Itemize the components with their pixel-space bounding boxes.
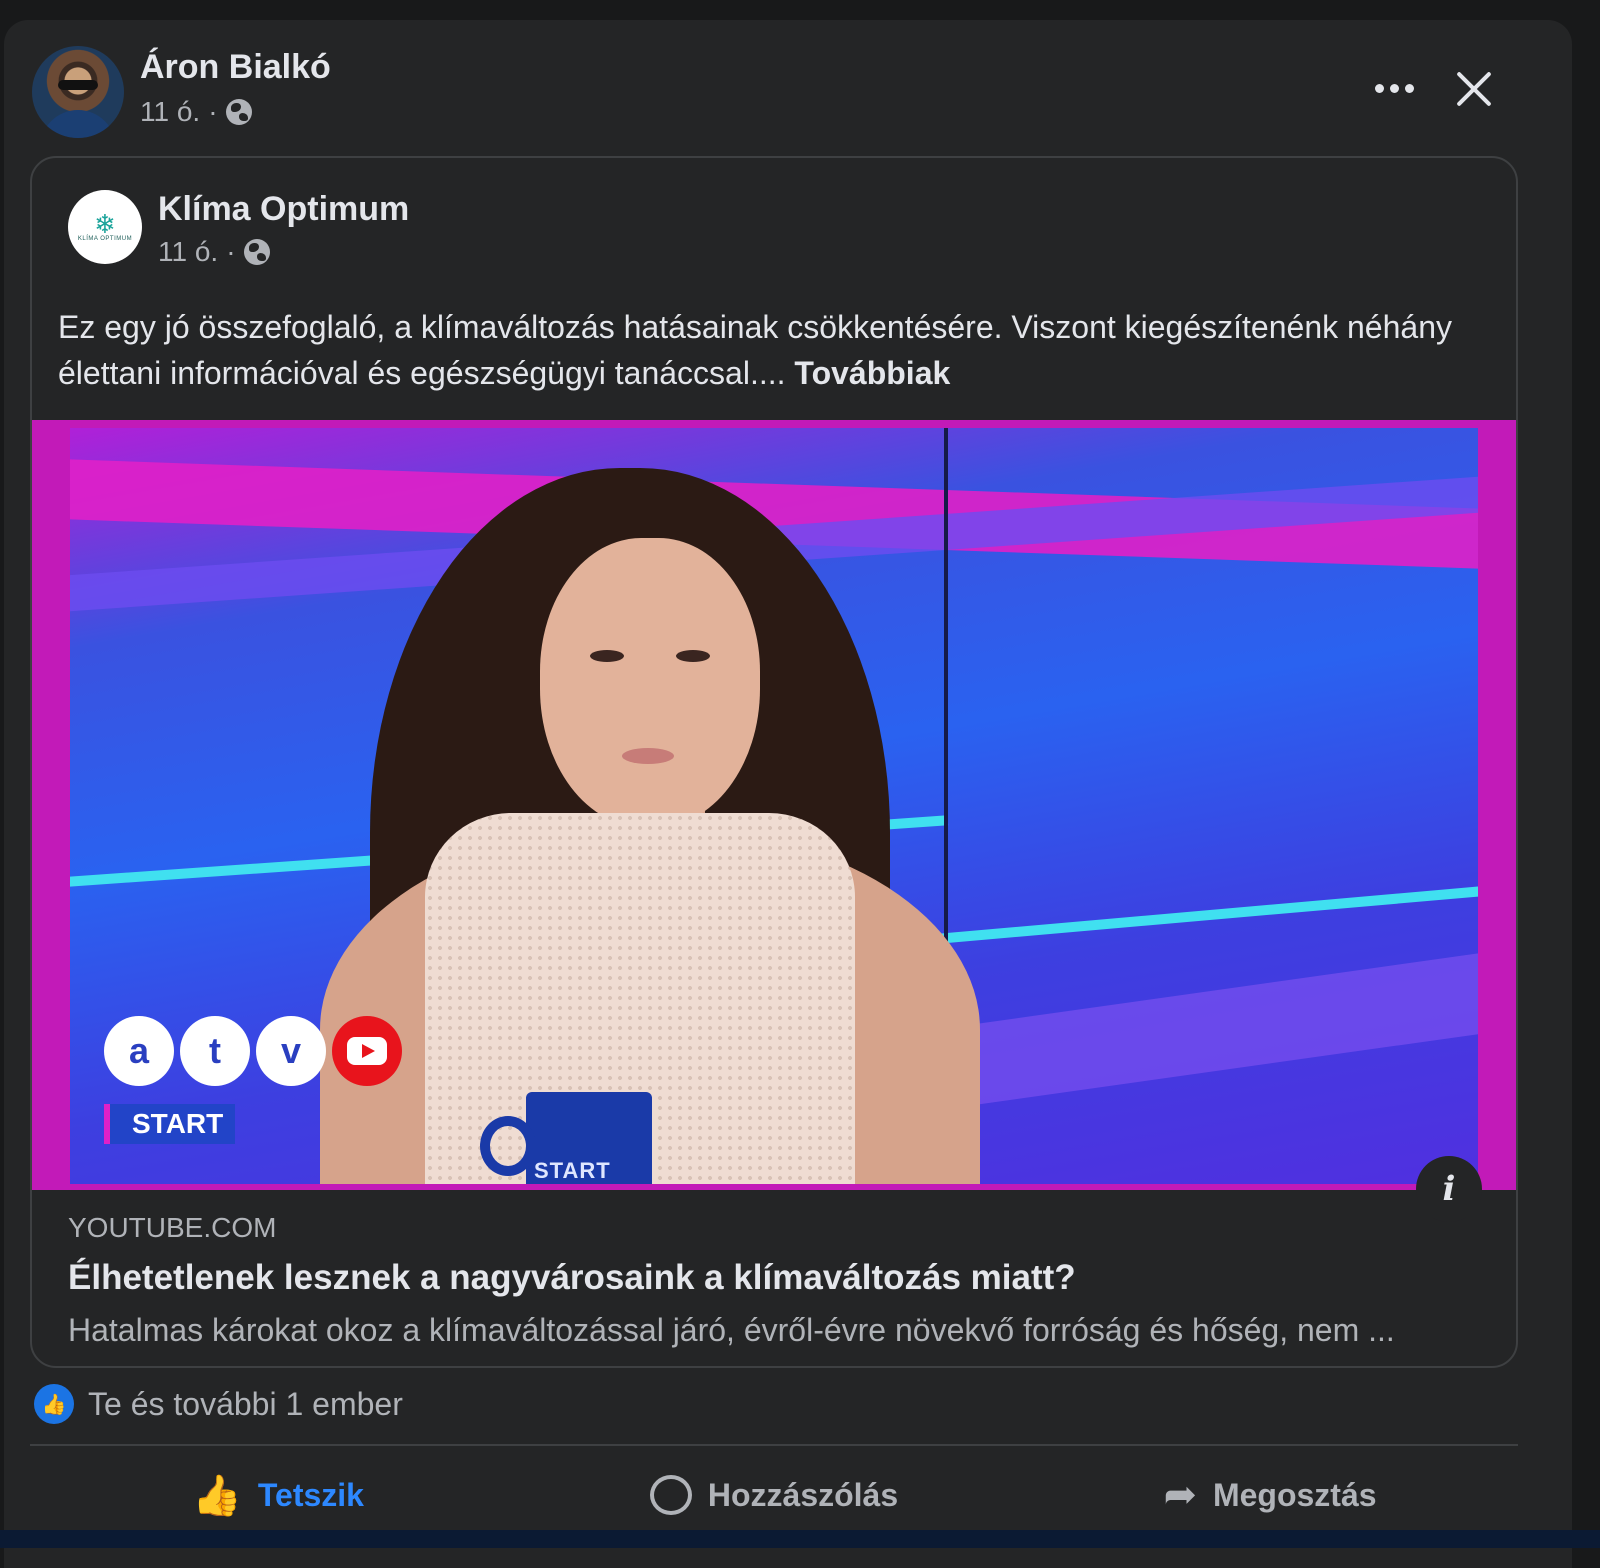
person-eye [676,650,710,662]
sharer-name[interactable]: Áron Bialkó [140,48,331,87]
mug-handle [480,1116,536,1176]
action-bar: 👍 Tetszik Hozzászólás ➦ Megosztás [30,1460,1518,1530]
background-stripe [889,877,1478,948]
link-title[interactable]: Élhetetlenek lesznek a nagyvárosaink a k… [68,1258,1076,1298]
post-text: Ez egy jó összefoglaló, a klímaváltozás … [58,304,1488,396]
person-mouth [622,748,674,764]
page-meta: 11 ó. · [158,236,270,268]
share-icon: ➦ [1163,1473,1197,1517]
show-badge: START [104,1104,236,1144]
more-horizontal-icon [1374,83,1384,93]
info-button[interactable]: i [1416,1156,1482,1222]
sharer-meta: 11 ó. · [140,96,252,128]
mug: START [480,1092,652,1184]
more-options-button[interactable] [1364,70,1424,106]
comment-label: Hozzászólás [707,1476,899,1513]
sharer-avatar[interactable] [32,46,124,138]
like-icon: 👍 [34,1384,74,1424]
logo-text: KLÍMA OPTIMUM [77,236,133,242]
mug-text: START [534,1158,611,1183]
like-button[interactable]: 👍 Tetszik [30,1460,526,1530]
page-name[interactable]: Klíma Optimum [158,190,409,229]
sharer-time[interactable]: 11 ó. [140,96,200,128]
avatar-glasses [58,80,98,90]
video-thumbnail[interactable]: START a t v START [32,420,1516,1190]
channel-logo: a t v [104,1016,402,1086]
reactions-summary[interactable]: Te és további 1 ember [88,1386,403,1423]
comment-button[interactable]: Hozzászólás [526,1460,1022,1530]
link-domain: YOUTUBE.COM [68,1212,277,1243]
globe-icon [225,99,252,125]
info-icon: i [1442,1169,1456,1209]
see-more-link[interactable]: Továbbiak [794,355,950,391]
avatar-shirt [40,110,116,138]
play-icon [347,1037,387,1065]
link-description: Hatalmas károkat okoz a klímaváltozással… [68,1312,1395,1348]
divider [30,1444,1518,1446]
more-dot [1404,83,1414,93]
share-button[interactable]: ➦ Megosztás [1022,1460,1518,1530]
channel-letter: a [104,1016,174,1086]
more-dot [1389,83,1399,93]
like-label: Tetszik [257,1476,364,1513]
meta-separator: · [208,96,218,127]
background-stripe [944,930,1478,1108]
channel-letter: v [256,1016,326,1086]
meta-separator: · [226,236,236,267]
comment-icon [649,1475,692,1515]
page-logo[interactable]: ❄ KLÍMA OPTIMUM [68,190,142,264]
person-face [540,538,760,828]
thumbnail-frame: START a t v START [70,428,1478,1184]
globe-icon [243,239,270,265]
post-body: Ez egy jó összefoglaló, a klímaváltozás … [58,309,1452,391]
channel-letter: t [180,1016,250,1086]
snowflake-icon: ❄ [94,209,116,239]
page-time[interactable]: 11 ó. [158,236,218,268]
post-modal: Áron Bialkó 11 ó. · ❄ KLÍMA OPTIMUM Klím… [4,20,1572,1568]
close-button[interactable] [1450,64,1500,114]
shared-post: ❄ KLÍMA OPTIMUM Klíma Optimum 11 ó. · Ez… [30,156,1518,1368]
youtube-icon [332,1016,402,1086]
share-label: Megosztás [1212,1476,1377,1513]
like-icon: 👍 [192,1473,242,1518]
bottom-bar [0,1530,1600,1548]
person-eye [590,650,624,662]
